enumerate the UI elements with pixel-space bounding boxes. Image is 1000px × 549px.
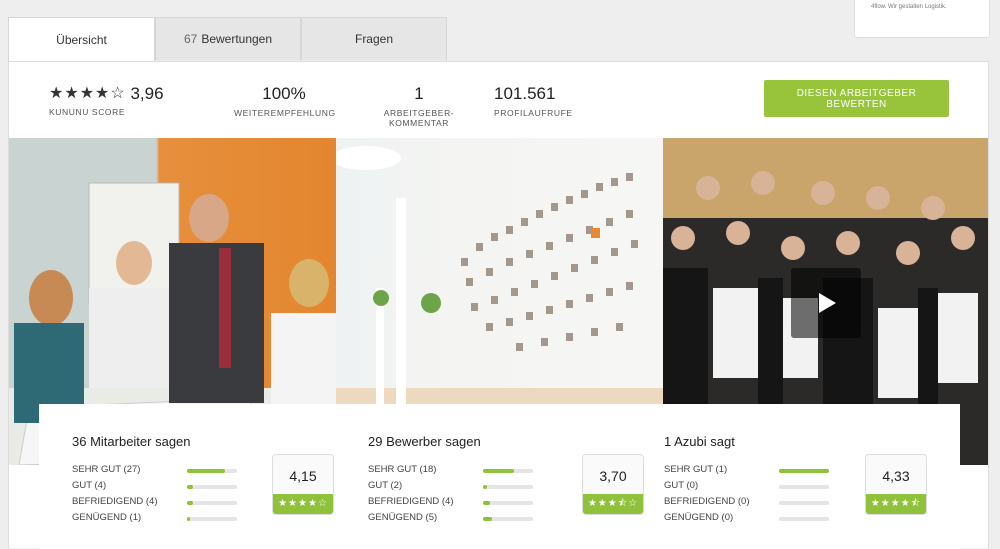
profile-views-stat: 101.561 Profilaufrufe [494, 84, 574, 118]
rating-score-box: 4,33 ★★★★⯪ [865, 454, 927, 515]
rating-stars-icon: ★★★★☆ [273, 494, 333, 514]
rating-row-bar-fill [483, 469, 514, 473]
rating-row-bar [779, 469, 829, 473]
rating-row-label: GUT (2) [368, 480, 403, 491]
rating-row: SEHR GUT (27) [72, 464, 237, 478]
recommend-label: Weiterempfehlung [234, 108, 336, 118]
rating-row: BEFRIEDIGEND (4) [368, 496, 533, 510]
video-play-button[interactable] [791, 268, 861, 338]
company-logo-card: 4flow. Wir gestalten Logistik. [854, 0, 990, 38]
tab-bar: Übersicht 67 Bewertungen Fragen [8, 17, 447, 62]
rating-row-label: BEFRIEDIGEND (4) [72, 496, 158, 507]
rating-row: GUT (0) [664, 480, 829, 494]
rating-row-bar-fill [187, 501, 193, 505]
rating-row: BEFRIEDIGEND (0) [664, 496, 829, 510]
rating-row: GUT (4) [72, 480, 237, 494]
rating-row: SEHR GUT (1) [664, 464, 829, 478]
tab-questions-label: Fragen [354, 32, 394, 46]
rating-row-label: SEHR GUT (18) [368, 464, 437, 475]
rating-row-bar [779, 501, 829, 505]
tab-reviews[interactable]: 67 Bewertungen [155, 17, 301, 60]
rating-row-label: GENÜGEND (1) [72, 512, 142, 523]
rating-row-bar [779, 485, 829, 489]
views-value: 101.561 [494, 84, 556, 103]
score-label: Kununu Score [49, 107, 126, 117]
rating-group-title: 36 Mitarbeiter sagen [72, 434, 191, 449]
rating-score-value: 4,15 [289, 468, 317, 484]
ratings-summary: 36 Mitarbeiter sagen SEHR GUT (27) GUT (4)… [39, 404, 960, 549]
rating-row-bar [483, 469, 533, 473]
comment-value: 1 [414, 84, 424, 103]
rate-employer-button[interactable]: Diesen Arbeitgeber bewerten [764, 80, 949, 117]
company-tagline: 4flow. Wir gestalten Logistik. [871, 4, 947, 10]
rating-stars-icon: ★★★★⯪ [866, 494, 926, 514]
kununu-score: ★★★★☆ 3,96 Kununu Score [49, 84, 199, 117]
rating-row-bar [187, 517, 237, 521]
rating-row-label: SEHR GUT (27) [72, 464, 141, 475]
score-stars-icon: ★★★★☆ [49, 85, 126, 102]
rating-row-bar-fill [187, 485, 193, 489]
tab-overview[interactable]: Übersicht [8, 17, 155, 62]
rating-group-title: 29 Bewerber sagen [368, 434, 481, 449]
rating-row: GUT (2) [368, 480, 533, 494]
rating-row-bar [187, 501, 237, 505]
rating-row-label: BEFRIEDIGEND (0) [664, 496, 750, 507]
rating-row-bar [483, 517, 533, 521]
ratings-employees: 36 Mitarbeiter sagen SEHR GUT (27) GUT (4)… [72, 434, 334, 523]
recommend-value: 100% [262, 84, 306, 103]
ratings-apprentices: 1 Azubi sagt SEHR GUT (1) GUT (0) BEFRIEDIG… [664, 434, 927, 523]
rating-row-label: GUT (0) [664, 480, 699, 491]
rating-row-label: BEFRIEDIGEND (4) [368, 496, 454, 507]
rating-row-bar [187, 469, 237, 473]
rating-score-value: 3,70 [599, 468, 627, 484]
rating-row: SEHR GUT (18) [368, 464, 533, 478]
rating-row: BEFRIEDIGEND (4) [72, 496, 237, 510]
rating-row: GENÜGEND (0) [664, 512, 829, 526]
comment-label: Arbeitgeber-Kommentar [383, 108, 455, 128]
rating-row-label: GUT (4) [72, 480, 107, 491]
rating-row-bar [483, 501, 533, 505]
rating-row-label: SEHR GUT (1) [664, 464, 728, 475]
tab-overview-label: Übersicht [56, 33, 107, 47]
rating-group-title: 1 Azubi sagt [664, 434, 735, 449]
employer-comment-stat: 1 Arbeitgeber-Kommentar [359, 84, 479, 128]
overview-panel: ★★★★☆ 3,96 Kununu Score 100% Weiterempfe… [8, 61, 989, 549]
rating-row-bar [779, 517, 829, 521]
score-value: 3,96 [130, 84, 164, 103]
rating-row-label: GENÜGEND (5) [368, 512, 438, 523]
rating-row-bar-fill [187, 517, 190, 521]
rating-row-bar [483, 485, 533, 489]
rating-row-bar-fill [779, 469, 829, 473]
tab-questions[interactable]: Fragen [301, 17, 447, 60]
rating-row-bar-fill [483, 485, 487, 489]
views-label: Profilaufrufe [494, 108, 573, 118]
rating-row-label: GENÜGEND (0) [664, 512, 734, 523]
tab-reviews-label: Bewertungen [201, 32, 273, 46]
rating-row-bar-fill [187, 469, 225, 473]
rating-score-box: 3,70 ★★★⯪☆ [582, 454, 644, 515]
rating-stars-icon: ★★★⯪☆ [583, 494, 643, 514]
play-icon [819, 293, 836, 313]
rating-row: GENÜGEND (1) [72, 512, 237, 526]
rating-score-value: 4,33 [882, 468, 910, 484]
recommendation-stat: 100% Weiterempfehlung [234, 84, 336, 118]
rating-score-box: 4,15 ★★★★☆ [272, 454, 334, 515]
rating-row: GENÜGEND (5) [368, 512, 533, 526]
tab-reviews-count: 67 [183, 32, 198, 46]
rating-row-bar [187, 485, 237, 489]
rating-row-bar-fill [483, 517, 492, 521]
ratings-applicants: 29 Bewerber sagen SEHR GUT (18) GUT (2) BEF… [368, 434, 644, 523]
rating-row-bar-fill [483, 501, 490, 505]
